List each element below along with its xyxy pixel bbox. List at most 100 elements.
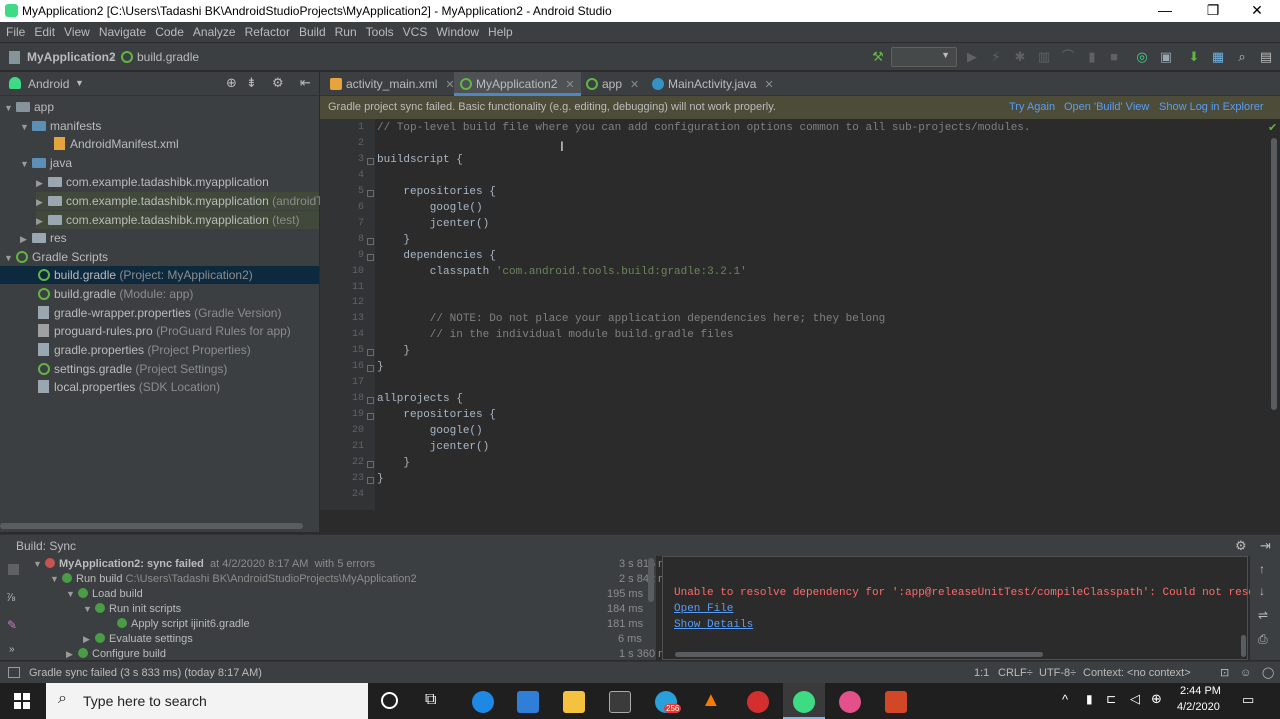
tree-item-build-gradle-project[interactable]: build.gradle (Project: MyApplication2) [0,266,319,284]
menu-vcs[interactable]: VCS [403,25,428,39]
gear-icon[interactable]: ⚙ [272,75,284,91]
menu-build[interactable]: Build [299,25,326,39]
tree-item-build-gradle-app[interactable]: build.gradle (Module: app) [38,285,193,303]
tree-item-manifests[interactable]: ▼ manifests [20,117,101,135]
try-again-link[interactable]: Try Again [1009,96,1055,119]
tree-item-java[interactable]: ▼ java [20,154,72,172]
network-icon[interactable]: ⊏ [1106,692,1116,706]
minimize-button[interactable]: — [1142,0,1188,22]
fold-marker-icon[interactable] [367,460,374,468]
fold-marker-icon[interactable] [367,237,374,245]
tree-item-package-test[interactable]: ▶ com.example.tadashibk.myapplication (te… [36,211,319,229]
tab-myapplication2[interactable]: MyApplication2 ✕ [454,72,581,96]
expand-icon[interactable]: » [9,644,15,655]
tree-item-gradle-properties[interactable]: gradle.properties (Project Properties) [38,341,251,359]
up-arrow-icon[interactable]: ↑ [1259,562,1265,576]
build-row-apply-script[interactable]: Apply script ijinit6.gradle 181 ms [117,617,653,632]
fold-marker-icon[interactable] [367,397,374,405]
status-message[interactable]: Gradle sync failed (3 s 833 ms) (today 8… [29,662,262,684]
menu-window[interactable]: Window [436,25,479,39]
event-log-icon[interactable]: ◯ [1262,662,1274,684]
fold-marker-icon[interactable] [367,476,374,484]
apply-changes-icon[interactable]: ⚡ [988,49,1004,65]
gear-icon[interactable]: ⚙ [1235,538,1247,554]
project-structure-icon[interactable]: ▦ [1210,49,1226,65]
build-panel-title[interactable]: Build: Sync [16,539,76,553]
tree-item-package-main[interactable]: ▶ com.example.tadashibk.myapplication [36,173,269,191]
layout-inspector-icon[interactable]: ▤ [1258,49,1274,65]
tool-windows-icon[interactable] [8,667,20,678]
project-horizontal-scrollbar[interactable] [0,523,303,529]
tree-item-proguard[interactable]: proguard-rules.pro (ProGuard Rules for a… [38,322,291,340]
clock-date[interactable]: 4/2/2020 [1177,701,1220,713]
collapse-all-icon[interactable]: ⇟ [246,75,257,91]
vlc-icon[interactable]: ▲ [701,689,721,712]
itunes-icon[interactable] [839,691,861,713]
soft-wrap-icon[interactable]: ⇌ [1258,608,1268,622]
menu-refactor[interactable]: Refactor [245,25,290,39]
hide-panel-icon[interactable]: ⇤ [300,75,311,91]
menu-navigate[interactable]: Navigate [99,25,146,39]
debug-icon[interactable]: ✱ [1012,49,1028,65]
opera-icon[interactable] [747,691,769,713]
context-indicator[interactable]: Context: <no context> [1083,662,1191,684]
tree-item-app[interactable]: ▼ app [4,98,54,116]
fold-marker-icon[interactable] [367,253,374,261]
down-arrow-icon[interactable]: ↓ [1259,584,1265,598]
menu-tools[interactable]: Tools [366,25,394,39]
profile-icon[interactable]: ▥ [1036,49,1052,65]
menu-run[interactable]: Run [335,25,357,39]
android-studio-taskbar-button[interactable] [783,683,825,719]
code-editor[interactable]: // Top-level build file where you can ad… [375,119,1280,510]
close-tab-icon[interactable]: ✕ [764,79,773,91]
sdk-manager-icon[interactable]: ⬇ [1186,49,1202,65]
taskbar-search-box[interactable]: ⌕ Type here to search [46,683,368,719]
step-icon[interactable]: ▮ [1084,49,1100,65]
hide-panel-icon[interactable]: ⇥ [1260,538,1271,554]
tree-item-android-manifest[interactable]: AndroidManifest.xml [54,135,179,153]
tree-item-package-android-test[interactable]: ▶ com.example.tadashibk.myapplication (an… [36,192,329,210]
tree-item-res[interactable]: ▶ res [20,229,67,247]
build-tree-scrollbar[interactable] [648,558,654,602]
mail-icon[interactable] [517,691,539,713]
file-explorer-icon[interactable] [563,691,585,713]
tree-item-gradle-scripts[interactable]: ▼ Gradle Scripts [4,248,108,266]
tab-activity-main-xml[interactable]: activity_main.xml ✕ [324,72,455,96]
store-icon[interactable] [609,691,631,713]
file-encoding[interactable]: UTF-8÷ [1039,662,1076,684]
fold-marker-icon[interactable] [367,349,374,357]
windows-start-icon[interactable] [14,693,30,709]
target-icon[interactable]: ⊕ [226,75,237,91]
print-icon[interactable]: ⎙ [1258,632,1268,647]
show-log-link[interactable]: Show Log in Explorer [1159,96,1264,119]
clock-time[interactable]: 2:44 PM [1180,685,1221,697]
attach-debugger-icon[interactable]: ⌒ [1060,49,1076,65]
build-row-configure-build[interactable]: ▶ Configure build 1 s 360 ms [66,647,673,662]
caret-position[interactable]: 1:1 [974,662,989,684]
build-row-evaluate-settings[interactable]: ▶ Evaluate settings 6 ms [83,632,653,647]
fold-marker-icon[interactable] [367,365,374,373]
inspector-icon[interactable]: ☺ [1240,662,1251,684]
menu-view[interactable]: View [64,25,90,39]
make-project-hammer-icon[interactable]: ⚒ [870,49,886,65]
tree-item-gradle-wrapper[interactable]: gradle-wrapper.properties (Gradle Versio… [38,304,281,322]
lock-icon[interactable]: ⊡ [1220,662,1229,684]
toggle-view-icon[interactable]: ⅞ [6,592,15,604]
editor-vertical-scrollbar[interactable] [1271,138,1277,410]
edge-icon[interactable] [472,691,494,713]
breadcrumb-project[interactable]: MyApplication2 [27,50,116,64]
project-view-selector[interactable]: Android [28,77,69,91]
menu-analyze[interactable]: Analyze [193,25,236,39]
pin-icon[interactable]: ✎ [7,618,17,632]
tab-app[interactable]: app ✕ [580,72,639,96]
build-row-run-init-scripts[interactable]: ▼ Run init scripts 184 ms [83,602,653,617]
build-row-load-build[interactable]: ▼ Load build 195 ms [66,587,653,602]
breadcrumb-file[interactable]: build.gradle [137,50,199,64]
tab-mainactivity-java[interactable]: MainActivity.java ✕ [646,72,774,96]
tree-item-local-properties[interactable]: local.properties (SDK Location) [38,378,220,396]
cortana-icon[interactable] [381,692,398,709]
open-build-view-link[interactable]: Open 'Build' View [1064,96,1149,119]
language-icon[interactable]: ⊕ [1151,691,1162,707]
run-config-dropdown[interactable]: ▼ [891,47,957,67]
open-file-link[interactable]: Open File [674,603,733,615]
